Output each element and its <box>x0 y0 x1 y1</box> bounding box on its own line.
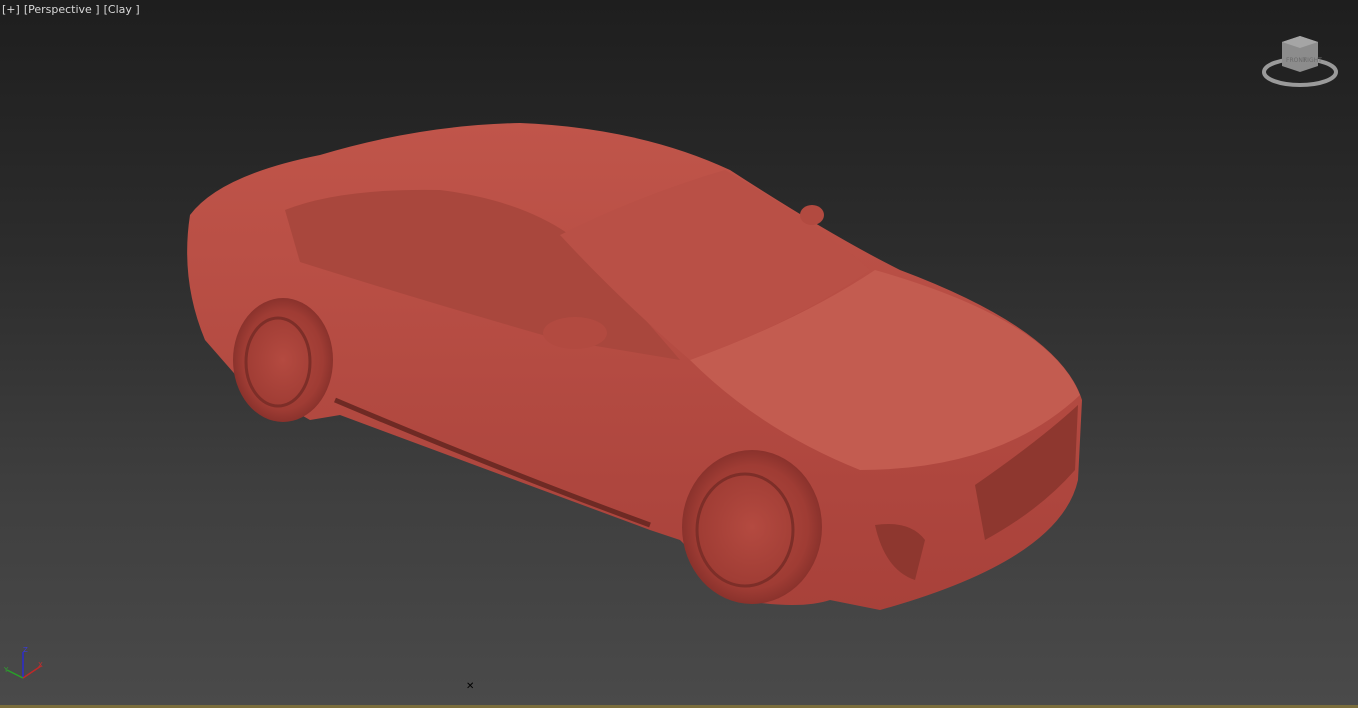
side-mirror-right <box>800 205 824 225</box>
z-axis-label: Z <box>23 646 28 654</box>
pivot-marker-icon: ✕ <box>466 681 475 692</box>
x-axis-label: X <box>38 661 43 669</box>
y-axis <box>6 669 24 679</box>
y-axis-label: Y <box>3 666 9 674</box>
axis-tripod: Z X Y <box>3 646 43 679</box>
viewcube-right-face[interactable]: RIGHT <box>1303 57 1322 64</box>
side-mirror <box>543 317 607 349</box>
viewcube[interactable]: FRONT RIGHT <box>1262 32 1342 92</box>
perspective-viewport[interactable]: [+] [Perspective ] [Clay ] FRONT RIGHT Z… <box>0 0 1358 708</box>
car-model-clay[interactable] <box>0 0 1358 708</box>
rear-wheel <box>233 298 333 422</box>
